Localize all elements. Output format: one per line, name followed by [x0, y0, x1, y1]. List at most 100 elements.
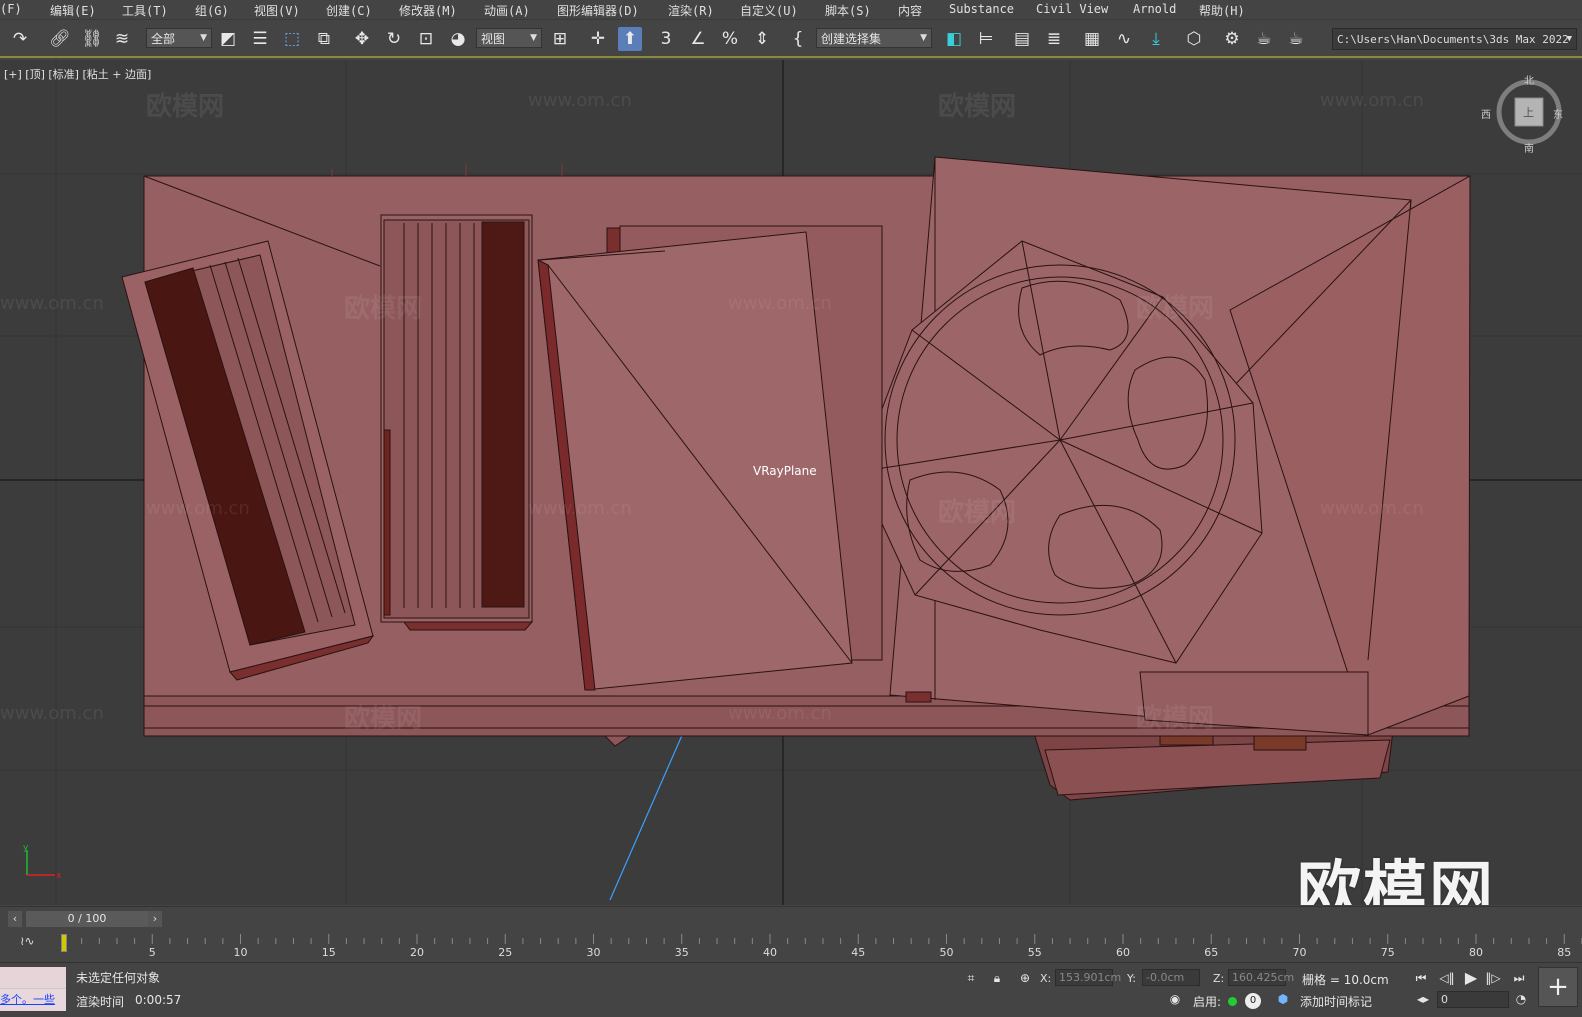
angle-snap-icon[interactable]: ∠: [686, 27, 710, 51]
keyboard-shortcut-override-icon[interactable]: ⬆: [618, 27, 642, 51]
absolute-transform-icon[interactable]: ⊕: [1016, 969, 1034, 987]
time-slider[interactable]: ‹ 0 / 100 ›: [0, 906, 1582, 930]
prev-frame-arrow-icon[interactable]: ‹: [8, 911, 22, 927]
viewcube-east[interactable]: 东: [1553, 106, 1563, 121]
isolate-selection-icon[interactable]: ⌗: [962, 969, 980, 987]
ruler-tick-label: 20: [410, 946, 424, 959]
menu-view[interactable]: 视图(V): [254, 2, 300, 19]
bind-space-warp-icon[interactable]: ≋: [110, 27, 134, 51]
viewcube-north[interactable]: 北: [1524, 72, 1534, 87]
menu-group[interactable]: 组(G): [195, 2, 229, 19]
menu-modifiers[interactable]: 修改器(M): [399, 2, 457, 19]
time-config-icon[interactable]: ◔: [1512, 990, 1530, 1008]
menu-civil-view[interactable]: Civil View: [1036, 2, 1108, 16]
add-panel-plus-icon[interactable]: +: [1538, 967, 1578, 1007]
maxscript-input[interactable]: [0, 967, 66, 989]
menu-scripting[interactable]: 脚本(S): [825, 2, 871, 19]
scale-icon[interactable]: ⊡: [414, 27, 438, 51]
viewcube[interactable]: 北 南 东 西 上: [1481, 76, 1563, 155]
y-coordinate-field[interactable]: -0.0cm: [1142, 969, 1200, 986]
viewcube-face-top[interactable]: 上: [1523, 104, 1534, 120]
menu-content[interactable]: 内容: [898, 2, 922, 19]
edit-named-selection-icon[interactable]: {: [786, 27, 810, 51]
time-slider-handle[interactable]: 0 / 100: [26, 911, 148, 927]
menu-arnold[interactable]: Arnold: [1133, 2, 1176, 16]
redo-icon[interactable]: ↷: [8, 27, 32, 51]
ruler-tick-label: 25: [498, 946, 513, 959]
track-bar[interactable]: ≀∿ 5 10 15 20 25 30 35 40 45 50 55 60 65 70 75 80 85: [0, 932, 1582, 962]
viewport-scene: y x: [0, 60, 1582, 905]
adaptive-degradation-icon[interactable]: ◉: [1166, 990, 1184, 1008]
align-icon[interactable]: ⊨: [974, 27, 998, 51]
schematic-view-icon[interactable]: ⤓: [1144, 27, 1168, 51]
key-mode-icon[interactable]: ◂▸: [1414, 990, 1432, 1008]
curve-editor-icon[interactable]: ∿: [1112, 27, 1136, 51]
viewport-top[interactable]: y x [+] [顶] [标准] [粘土 + 边面] 欧模网 www.om.cn…: [0, 60, 1582, 905]
rotate-icon[interactable]: ↻: [382, 27, 406, 51]
menu-animation[interactable]: 动画(A): [484, 2, 530, 19]
watermark-url: www.om.cn: [1320, 90, 1424, 111]
mirror-icon[interactable]: ◧: [942, 27, 966, 51]
percent-snap-icon[interactable]: %: [718, 27, 742, 51]
pivot-center-icon[interactable]: ⊞: [548, 27, 572, 51]
window-crossing-icon[interactable]: ⧉: [312, 27, 336, 51]
menu-edit[interactable]: 编辑(E): [50, 2, 96, 19]
unlink-icon[interactable]: ⛓︎: [80, 27, 104, 51]
selection-status: 未选定任何对象: [76, 971, 161, 985]
project-path-field[interactable]: C:\Users\Han\Documents\3ds Max 2022 ▼: [1332, 28, 1577, 50]
prev-key-icon[interactable]: ◁‖: [1438, 969, 1456, 987]
move-icon[interactable]: ✥: [350, 27, 374, 51]
select-by-name-icon[interactable]: ☰: [248, 27, 272, 51]
selection-lock-icon[interactable]: 🔒︎: [988, 969, 1006, 987]
z-coordinate-field[interactable]: 160.425cm: [1228, 969, 1294, 986]
next-key-icon[interactable]: ‖▷: [1484, 969, 1502, 987]
enable-count[interactable]: 0: [1245, 993, 1261, 1009]
named-selection-value: 创建选择集: [821, 31, 882, 46]
layer-explorer-icon[interactable]: ≣: [1042, 27, 1066, 51]
add-time-tag[interactable]: 添加时间标记: [1300, 993, 1372, 1010]
menu-rendering[interactable]: 渲染(R): [668, 2, 714, 19]
rect-selection-region-icon[interactable]: ⬚: [280, 27, 304, 51]
maxscript-listener[interactable]: 多个。一些: [0, 967, 66, 1011]
place-icon[interactable]: ◕: [446, 27, 470, 51]
menu-create[interactable]: 创建(C): [326, 2, 372, 19]
scene-explorer-icon[interactable]: ▤: [1010, 27, 1034, 51]
current-frame-marker[interactable]: [61, 934, 67, 952]
render-setup-icon[interactable]: ⚙: [1220, 27, 1244, 51]
ruler-tick-label: 70: [1292, 946, 1307, 959]
time-tag-icon[interactable]: ⬢: [1274, 990, 1292, 1008]
menu-help[interactable]: 帮助(H): [1199, 2, 1245, 19]
next-frame-arrow-icon[interactable]: ›: [148, 911, 162, 927]
link-icon[interactable]: 🔗︎: [48, 27, 72, 51]
viewport-label[interactable]: [+] [顶] [标准] [粘土 + 边面]: [4, 66, 151, 82]
render-time-value: 0:00:57: [135, 993, 182, 1007]
material-editor-icon[interactable]: ⬡: [1182, 27, 1206, 51]
select-object-icon[interactable]: ◩: [216, 27, 240, 51]
ruler-tick-label: 15: [321, 946, 336, 959]
snaps-toggle-icon[interactable]: 3: [654, 27, 678, 51]
goto-end-icon[interactable]: ⏭: [1510, 969, 1528, 987]
named-selection-dropdown[interactable]: 创建选择集 ▼: [816, 28, 932, 48]
viewcube-west[interactable]: 西: [1481, 106, 1491, 121]
play-icon[interactable]: ▶: [1462, 969, 1480, 987]
menu-file[interactable]: (F): [0, 2, 22, 16]
current-frame-field[interactable]: 0: [1437, 991, 1509, 1008]
watermark-url: www.om.cn: [0, 293, 104, 314]
ref-coord-dropdown[interactable]: 视图 ▼: [476, 28, 542, 48]
menu-customize[interactable]: 自定义(U): [740, 2, 798, 19]
goto-start-icon[interactable]: ⏮: [1412, 969, 1430, 987]
ruler-tick-label: 55: [1027, 946, 1042, 959]
watermark-url: www.om.cn: [728, 293, 832, 314]
ribbon-icon[interactable]: ▦: [1080, 27, 1104, 51]
menu-substance[interactable]: Substance: [949, 2, 1014, 16]
x-coordinate-field[interactable]: 153.901cm: [1055, 969, 1121, 986]
selection-filter-dropdown[interactable]: 全部 ▼: [146, 28, 212, 48]
rendered-frame-window-icon[interactable]: ☕: [1252, 27, 1276, 51]
menu-tools[interactable]: 工具(T): [122, 2, 168, 19]
enable-label: 启用:: [1193, 995, 1222, 1009]
menu-graph-editors[interactable]: 图形编辑器(D): [557, 2, 639, 19]
render-production-icon[interactable]: ☕: [1284, 27, 1308, 51]
spinner-snap-icon[interactable]: ⇕: [750, 27, 774, 51]
select-manipulate-icon[interactable]: ✛: [586, 27, 610, 51]
viewcube-south[interactable]: 南: [1524, 140, 1534, 155]
